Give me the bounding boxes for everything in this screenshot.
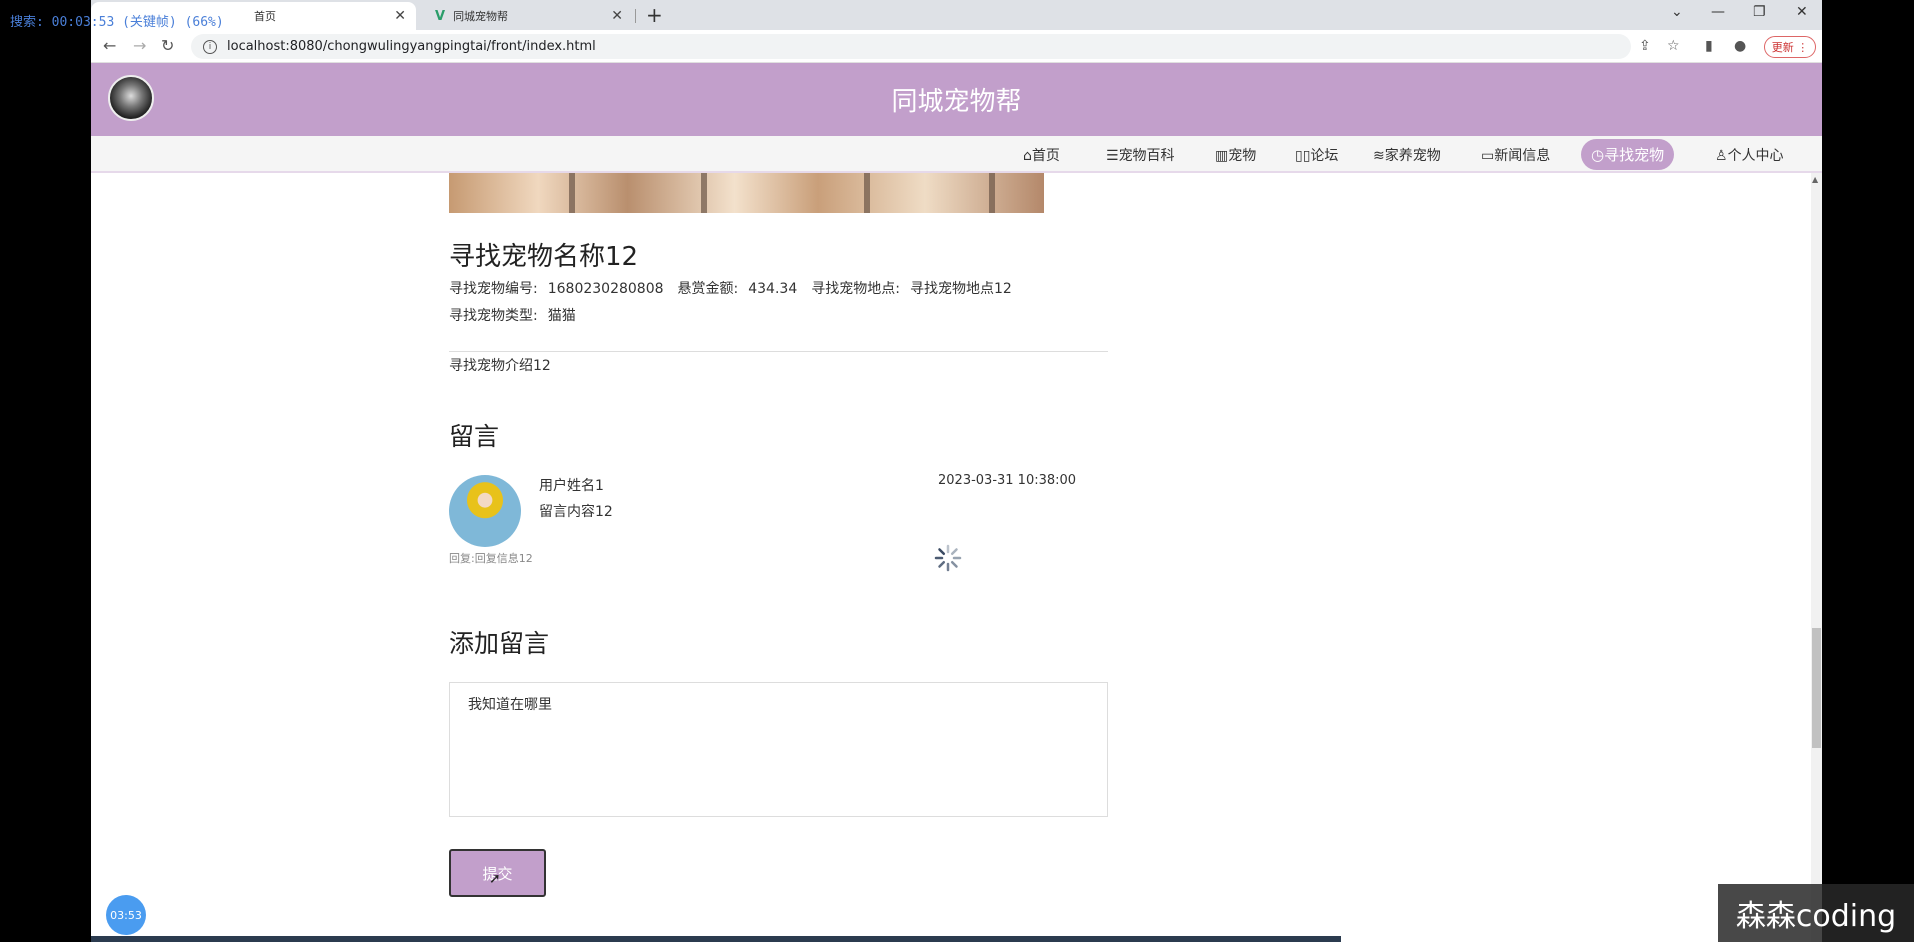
nav-label: 个人中心 (1727, 148, 1784, 164)
nav-item-pets[interactable]: ▥宠物 (1215, 145, 1256, 165)
pet-meta-row-2: 寻找宠物类型: 猫猫 (449, 305, 590, 325)
update-button[interactable]: 更新 ⋮ (1764, 36, 1816, 58)
nav-label: 首页 (1031, 148, 1060, 164)
comment-textarea[interactable]: 我知道在哪里 (449, 682, 1108, 817)
comment-username: 用户姓名1 (539, 478, 604, 494)
pet-meta-row-1: 寻找宠物编号: 1680230280808 悬赏金额: 434.34 寻找宠物地点: 寻找… (449, 278, 1026, 298)
taskbar-strip (91, 936, 1341, 942)
layers-icon: ≋ (1373, 148, 1385, 164)
url-text: localhost:8080/chongwulingyangpingtai/fr… (227, 39, 596, 54)
nav-label: 家养宠物 (1384, 148, 1441, 164)
tab-bar: 首页 ✕ V 同城宠物帮 ✕ + ⌄ — ❐ ✕ (91, 0, 1822, 30)
number-label: 寻找宠物编号: (449, 281, 538, 297)
user-icon: ♙ (1715, 148, 1728, 164)
nav-label: 宠物百科 (1118, 148, 1175, 164)
nav-item-encyclopedia[interactable]: ☰宠物百科 (1106, 145, 1175, 165)
new-tab-icon[interactable]: + (646, 3, 663, 27)
site-header: 同城宠物帮 (91, 63, 1822, 136)
profile-icon[interactable]: ● (1734, 38, 1746, 54)
location-label: 寻找宠物地点: (811, 281, 900, 297)
update-label: 更新 (1771, 41, 1794, 54)
tab-site[interactable]: V 同城宠物帮 ✕ (421, 2, 631, 30)
site-nav: ⌂首页 ☰宠物百科 ▥宠物 ▯▯论坛 ≋家养宠物 ▭新闻信息 ◷寻找宠物 ♙个人… (91, 136, 1822, 173)
star-icon[interactable]: ☆ (1667, 38, 1680, 54)
tab-search-icon[interactable]: ⌄ (1671, 4, 1683, 20)
watermark: 森森coding (1718, 884, 1914, 942)
sidepanel-icon[interactable]: ▮ (1705, 38, 1713, 54)
comments-title: 留言 (449, 422, 500, 451)
location-value: 寻找宠物地点12 (909, 281, 1012, 297)
close-icon[interactable]: ✕ (611, 8, 623, 24)
nav-label: 寻找宠物 (1604, 146, 1665, 164)
site-title: 同城宠物帮 (891, 87, 1022, 117)
home-icon: ⌂ (1023, 148, 1032, 164)
scroll-up-icon[interactable]: ▲ (1812, 175, 1818, 184)
back-icon[interactable]: ← (103, 36, 116, 55)
forward-icon[interactable]: → (133, 36, 146, 55)
scrollbar[interactable] (1811, 173, 1822, 942)
share-icon[interactable]: ⇪ (1639, 38, 1651, 54)
nav-item-home[interactable]: ⌂首页 (1023, 145, 1060, 165)
nav-label: 新闻信息 (1494, 148, 1551, 164)
page-content: 寻找宠物名称12 寻找宠物编号: 1680230280808 悬赏金额: 434.34… (91, 173, 1822, 942)
recording-overlay-text: 搜索: 00:03:53 (关键帧) (66%) (10, 15, 224, 30)
nav-item-forum[interactable]: ▯▯论坛 (1295, 145, 1338, 165)
pet-photo (449, 173, 1044, 213)
mouse-cursor-icon: ➚ (489, 871, 501, 887)
tab-divider (635, 9, 636, 23)
nav-label: 论坛 (1310, 148, 1339, 164)
info-icon[interactable]: i (203, 39, 217, 54)
url-field[interactable]: i localhost:8080/chongwulingyangpingtai/… (191, 34, 1631, 59)
nav-item-news[interactable]: ▭新闻信息 (1481, 145, 1550, 165)
nav-item-find-pet[interactable]: ◷寻找宠物 (1581, 139, 1675, 170)
scrollbar-thumb[interactable] (1812, 628, 1821, 748)
tab-label: 同城宠物帮 (453, 10, 509, 23)
address-bar: ← → ↻ i localhost:8080/chongwulingyangpi… (91, 30, 1822, 63)
add-comment-title: 添加留言 (449, 629, 550, 658)
timer-badge[interactable]: 03:53 (106, 895, 146, 935)
book-icon: ▯▯ (1295, 148, 1311, 164)
clock-icon: ◷ (1591, 146, 1605, 164)
nav-label: 宠物 (1228, 148, 1257, 164)
avatar (449, 475, 521, 547)
minimize-icon[interactable]: — (1711, 4, 1725, 20)
comment-content: 留言内容12 (539, 504, 613, 520)
divider (449, 351, 1108, 352)
browser-window: 首页 ✕ V 同城宠物帮 ✕ + ⌄ — ❐ ✕ ← → ↻ i localho… (91, 0, 1822, 942)
type-value: 猫猫 (547, 308, 576, 324)
restore-icon[interactable]: ❐ (1753, 4, 1766, 20)
nav-item-home-pets[interactable]: ≋家养宠物 (1373, 145, 1441, 165)
loading-spinner-icon (934, 544, 962, 572)
vue-icon: V (435, 8, 446, 24)
close-icon[interactable]: ✕ (394, 8, 406, 24)
reward-value: 434.34 (748, 281, 798, 297)
reward-label: 悬赏金额: (677, 281, 739, 297)
pet-name: 寻找宠物名称12 (449, 242, 639, 272)
type-label: 寻找宠物类型: (449, 308, 538, 324)
comment-reply: 回复:回复信息12 (449, 552, 533, 565)
pet-intro: 寻找宠物介绍12 (449, 358, 551, 374)
number-value: 1680230280808 (547, 281, 664, 297)
sliders-icon: ☰ (1106, 148, 1119, 164)
globe-icon (234, 10, 246, 22)
open-book-icon: ▭ (1481, 148, 1495, 164)
reload-icon[interactable]: ↻ (161, 36, 174, 55)
tab-label: 首页 (254, 10, 276, 23)
comment-date: 2023-03-31 10:38:00 (938, 473, 1077, 488)
window-close-icon[interactable]: ✕ (1796, 4, 1808, 20)
grid-icon: ▥ (1215, 148, 1229, 164)
nav-item-profile[interactable]: ♙个人中心 (1715, 145, 1784, 165)
screen: 搜索: 00:03:53 (关键帧) (66%) 首页 ✕ V 同城宠物帮 ✕ … (0, 0, 1914, 942)
